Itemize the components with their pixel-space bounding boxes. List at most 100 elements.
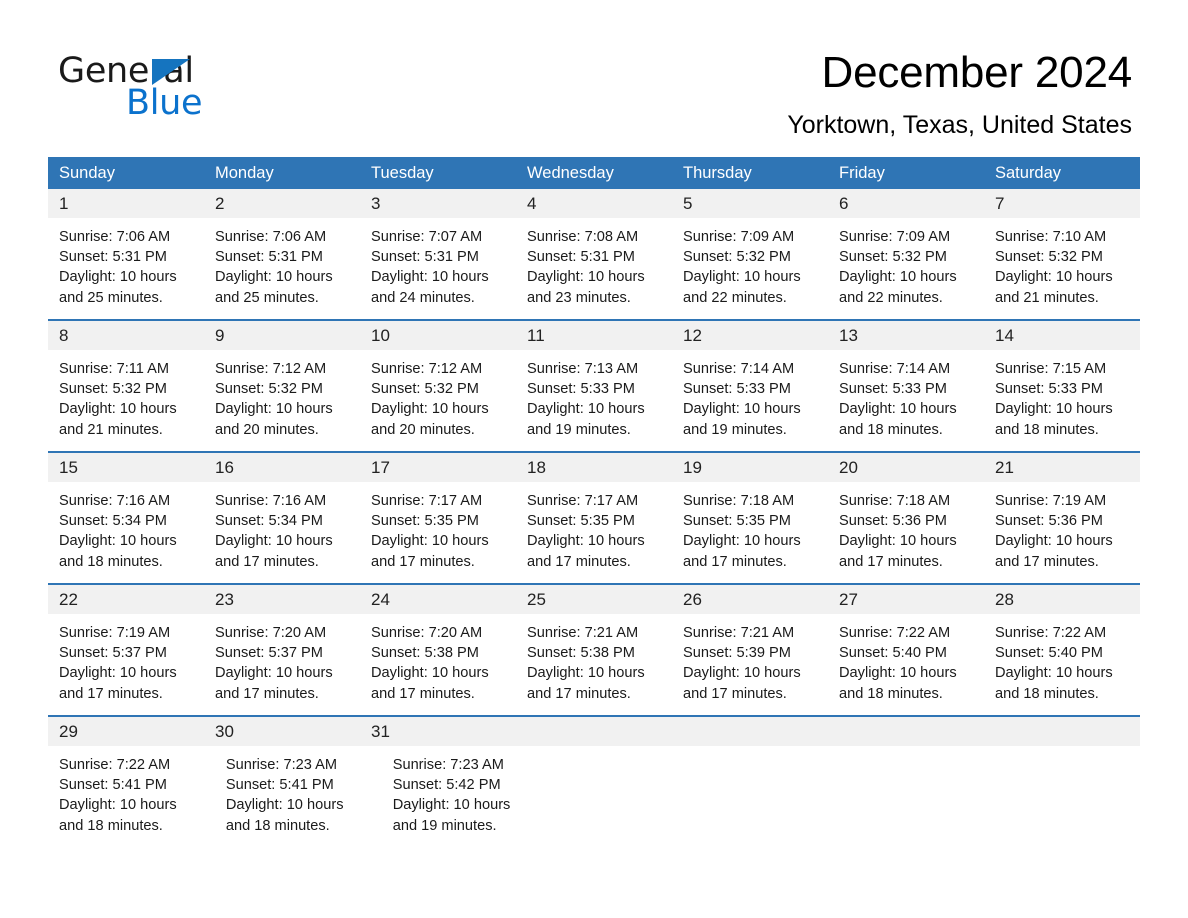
day-cell[interactable]: Sunrise: 7:08 AM Sunset: 5:31 PM Daylight:… xyxy=(516,218,672,319)
daylight-text-line2: and 18 minutes. xyxy=(225,817,330,834)
day-number[interactable]: 23 xyxy=(204,585,360,614)
day-number[interactable]: 26 xyxy=(672,585,828,614)
sunrise-text: Sunrise: 7:20 AM xyxy=(215,625,327,641)
day-number[interactable]: 27 xyxy=(828,585,984,614)
day-number[interactable]: 18 xyxy=(516,453,672,482)
day-number[interactable]: 11 xyxy=(516,321,672,350)
day-number[interactable]: 10 xyxy=(360,321,516,350)
day-cell[interactable]: Sunrise: 7:22 AM Sunset: 5:40 PM Daylight:… xyxy=(828,614,984,715)
day-cell[interactable]: Sunrise: 7:22 AM Sunset: 5:41 PM Daylight:… xyxy=(48,746,215,847)
sunrise-text: Sunrise: 7:19 AM xyxy=(59,625,171,641)
daylight-text-line2: and 19 minutes. xyxy=(392,817,497,834)
sunrise-text: Sunrise: 7:22 AM xyxy=(59,757,171,773)
day-cell[interactable]: Sunrise: 7:22 AM Sunset: 5:40 PM Daylight:… xyxy=(984,614,1140,715)
day-number-empty xyxy=(828,717,984,746)
day-cell[interactable]: Sunrise: 7:19 AM Sunset: 5:36 PM Daylight:… xyxy=(984,482,1140,583)
daylight-text-line2: and 25 minutes. xyxy=(59,289,163,306)
day-cell[interactable]: Sunrise: 7:23 AM Sunset: 5:41 PM Daylight:… xyxy=(215,746,382,847)
daylight-text-line1: Daylight: 10 hours xyxy=(527,533,645,550)
day-number[interactable]: 13 xyxy=(828,321,984,350)
day-number-empty xyxy=(984,717,1140,746)
day-number[interactable]: 21 xyxy=(984,453,1140,482)
sunrise-text: Sunrise: 7:09 AM xyxy=(683,229,795,245)
sunrise-text: Sunrise: 7:22 AM xyxy=(839,625,951,641)
sunrise-text: Sunrise: 7:06 AM xyxy=(215,229,327,245)
day-number[interactable]: 4 xyxy=(516,189,672,218)
sunrise-text: Sunrise: 7:21 AM xyxy=(683,625,795,641)
day-cell[interactable]: Sunrise: 7:21 AM Sunset: 5:38 PM Daylight:… xyxy=(516,614,672,715)
day-cell[interactable]: Sunrise: 7:12 AM Sunset: 5:32 PM Daylight:… xyxy=(360,350,516,451)
daylight-text-line2: and 17 minutes. xyxy=(59,685,163,702)
daylight-text-line1: Daylight: 10 hours xyxy=(839,533,957,550)
day-number[interactable]: 31 xyxy=(360,717,516,746)
daylight-text-line2: and 18 minutes. xyxy=(839,421,943,438)
day-number[interactable]: 1 xyxy=(48,189,204,218)
day-cell[interactable]: Sunrise: 7:20 AM Sunset: 5:37 PM Daylight:… xyxy=(204,614,360,715)
daylight-text-line2: and 18 minutes. xyxy=(59,553,163,570)
sunrise-text: Sunrise: 7:15 AM xyxy=(995,361,1107,377)
day-number[interactable]: 28 xyxy=(984,585,1140,614)
day-number[interactable]: 12 xyxy=(672,321,828,350)
day-cell[interactable]: Sunrise: 7:11 AM Sunset: 5:32 PM Daylight:… xyxy=(48,350,204,451)
sunrise-text: Sunrise: 7:11 AM xyxy=(59,361,170,377)
day-number[interactable]: 5 xyxy=(672,189,828,218)
day-cell[interactable]: Sunrise: 7:17 AM Sunset: 5:35 PM Daylight:… xyxy=(360,482,516,583)
sunrise-text: Sunrise: 7:23 AM xyxy=(225,757,337,773)
day-number[interactable]: 29 xyxy=(48,717,204,746)
sunrise-text: Sunrise: 7:10 AM xyxy=(995,229,1107,245)
sunrise-text: Sunrise: 7:09 AM xyxy=(839,229,951,245)
day-number[interactable]: 25 xyxy=(516,585,672,614)
day-number[interactable]: 15 xyxy=(48,453,204,482)
day-cell[interactable]: Sunrise: 7:13 AM Sunset: 5:33 PM Daylight:… xyxy=(516,350,672,451)
sunset-text: Sunset: 5:34 PM xyxy=(59,513,167,530)
daylight-text-line1: Daylight: 10 hours xyxy=(371,533,489,550)
sunset-text: Sunset: 5:31 PM xyxy=(215,249,323,266)
day-cell[interactable]: Sunrise: 7:06 AM Sunset: 5:31 PM Daylight:… xyxy=(204,218,360,319)
day-cell[interactable]: Sunrise: 7:09 AM Sunset: 5:32 PM Daylight:… xyxy=(672,218,828,319)
week-row: 22 23 24 25 26 27 28 Sunrise: 7:19 AM Sunset: 5:… xyxy=(48,585,1140,717)
daylight-text-line2: and 18 minutes. xyxy=(839,685,943,702)
day-number[interactable]: 24 xyxy=(360,585,516,614)
day-cell[interactable]: Sunrise: 7:15 AM Sunset: 5:33 PM Daylight:… xyxy=(984,350,1140,451)
day-cell[interactable]: Sunrise: 7:19 AM Sunset: 5:37 PM Daylight:… xyxy=(48,614,204,715)
title-block: December 2024 Yorktown, Texas, United St… xyxy=(787,46,1132,140)
day-number[interactable]: 30 xyxy=(204,717,360,746)
daylight-text-line1: Daylight: 10 hours xyxy=(59,401,177,418)
day-cell[interactable]: Sunrise: 7:16 AM Sunset: 5:34 PM Daylight:… xyxy=(48,482,204,583)
sunrise-text: Sunrise: 7:12 AM xyxy=(371,361,483,377)
day-cell[interactable]: Sunrise: 7:23 AM Sunset: 5:42 PM Daylight:… xyxy=(382,746,549,847)
sunset-text: Sunset: 5:32 PM xyxy=(371,381,479,398)
day-cell[interactable]: Sunrise: 7:18 AM Sunset: 5:35 PM Daylight:… xyxy=(672,482,828,583)
day-number[interactable]: 3 xyxy=(360,189,516,218)
day-number[interactable]: 22 xyxy=(48,585,204,614)
day-number[interactable]: 14 xyxy=(984,321,1140,350)
day-cell[interactable]: Sunrise: 7:14 AM Sunset: 5:33 PM Daylight:… xyxy=(828,350,984,451)
day-number[interactable]: 2 xyxy=(204,189,360,218)
day-cell[interactable]: Sunrise: 7:14 AM Sunset: 5:33 PM Daylight:… xyxy=(672,350,828,451)
day-cell[interactable]: Sunrise: 7:10 AM Sunset: 5:32 PM Daylight:… xyxy=(984,218,1140,319)
calendar-grid: Sunday Monday Tuesday Wednesday Thursday… xyxy=(48,157,1140,847)
day-cell[interactable]: Sunrise: 7:17 AM Sunset: 5:35 PM Daylight:… xyxy=(516,482,672,583)
day-number[interactable]: 19 xyxy=(672,453,828,482)
sunset-text: Sunset: 5:32 PM xyxy=(839,249,947,266)
day-cell[interactable]: Sunrise: 7:18 AM Sunset: 5:36 PM Daylight:… xyxy=(828,482,984,583)
day-number[interactable]: 8 xyxy=(48,321,204,350)
day-number[interactable]: 20 xyxy=(828,453,984,482)
day-cell-empty xyxy=(549,746,697,847)
day-number[interactable]: 7 xyxy=(984,189,1140,218)
day-cell[interactable]: Sunrise: 7:21 AM Sunset: 5:39 PM Daylight:… xyxy=(672,614,828,715)
day-cell[interactable]: Sunrise: 7:06 AM Sunset: 5:31 PM Daylight:… xyxy=(48,218,204,319)
day-number[interactable]: 6 xyxy=(828,189,984,218)
day-number[interactable]: 16 xyxy=(204,453,360,482)
daylight-text-line2: and 17 minutes. xyxy=(839,553,943,570)
day-cell[interactable]: Sunrise: 7:09 AM Sunset: 5:32 PM Daylight:… xyxy=(828,218,984,319)
day-cell[interactable]: Sunrise: 7:20 AM Sunset: 5:38 PM Daylight:… xyxy=(360,614,516,715)
day-number[interactable]: 9 xyxy=(204,321,360,350)
day-cell[interactable]: Sunrise: 7:07 AM Sunset: 5:31 PM Daylight:… xyxy=(360,218,516,319)
sunset-text: Sunset: 5:32 PM xyxy=(215,381,323,398)
sunrise-text: Sunrise: 7:13 AM xyxy=(527,361,639,377)
day-cell[interactable]: Sunrise: 7:16 AM Sunset: 5:34 PM Daylight:… xyxy=(204,482,360,583)
day-cell[interactable]: Sunrise: 7:12 AM Sunset: 5:32 PM Daylight:… xyxy=(204,350,360,451)
day-number[interactable]: 17 xyxy=(360,453,516,482)
daylight-text-line1: Daylight: 10 hours xyxy=(527,665,645,682)
